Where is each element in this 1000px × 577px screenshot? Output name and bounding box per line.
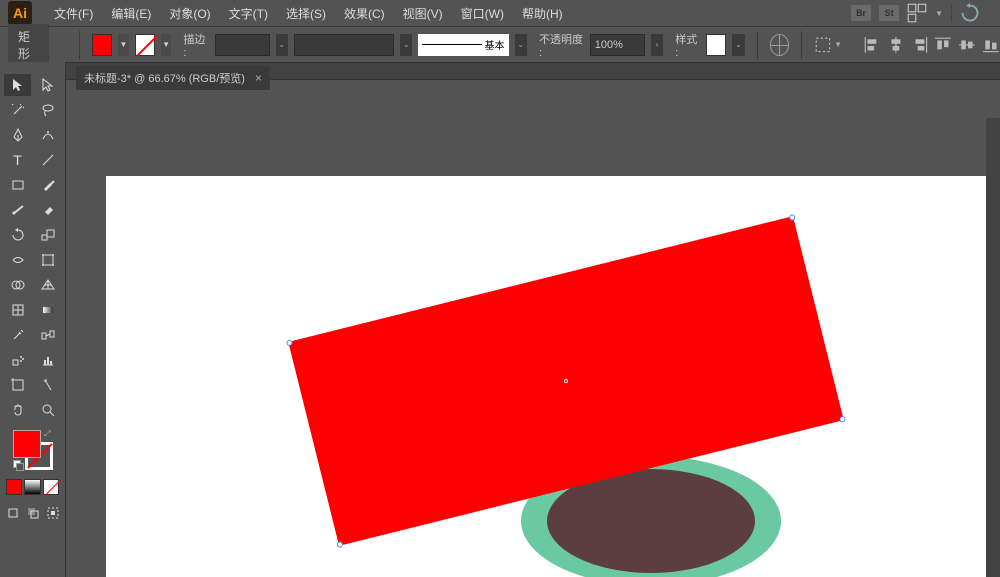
stroke-width-input[interactable]: [215, 34, 270, 56]
bridge-badge[interactable]: Br: [851, 5, 871, 21]
gradient-mode-btn[interactable]: [24, 479, 40, 495]
lasso-tool[interactable]: [34, 99, 61, 121]
stroke-color-swatch[interactable]: [135, 34, 155, 56]
draw-mode-normal[interactable]: [4, 502, 22, 524]
stroke-dropdown[interactable]: ▼: [161, 34, 172, 56]
swap-fill-stroke-icon[interactable]: ⤢: [44, 429, 50, 439]
align-bottom-icon[interactable]: [982, 35, 1000, 55]
rectangle-tool[interactable]: [4, 174, 31, 196]
color-mode-btn[interactable]: [6, 479, 22, 495]
width-tool[interactable]: [4, 249, 31, 271]
separator: [801, 31, 802, 59]
separator: [951, 4, 952, 22]
align-top-icon[interactable]: [934, 35, 952, 55]
brush-tool[interactable]: [34, 174, 61, 196]
artboard-tool[interactable]: [4, 374, 31, 396]
menu-view[interactable]: 视图(V): [395, 1, 451, 26]
stroke-dash-dropdown[interactable]: ⌄: [400, 34, 412, 56]
blend-tool[interactable]: [34, 324, 61, 346]
selection-handle-bl[interactable]: [336, 541, 343, 548]
free-transform-tool[interactable]: [34, 249, 61, 271]
zoom-tool[interactable]: [34, 399, 61, 421]
selection-center[interactable]: [564, 379, 569, 384]
shape-type-label: 矩形: [8, 24, 49, 66]
none-mode-btn[interactable]: [43, 479, 59, 495]
curvature-tool[interactable]: [34, 124, 61, 146]
stock-badge[interactable]: St: [879, 5, 899, 21]
align-hcenter-icon[interactable]: [887, 35, 905, 55]
menu-bar: Ai 文件(F) 编辑(E) 对象(O) 文字(T) 选择(S) 效果(C) 视…: [0, 0, 1000, 26]
recolor-icon[interactable]: [770, 34, 790, 56]
fill-color-swatch[interactable]: [92, 34, 112, 56]
align-left-icon[interactable]: [863, 35, 881, 55]
document-tabs: 未标题-3* @ 66.67% (RGB/预览) ×: [76, 66, 270, 90]
draw-mode-inside[interactable]: [45, 502, 61, 524]
menu-text[interactable]: 文字(T): [221, 1, 276, 26]
align-right-icon[interactable]: [911, 35, 929, 55]
align-vcenter-icon[interactable]: [958, 35, 976, 55]
rotate-tool[interactable]: [4, 224, 31, 246]
opacity-label: 不透明度 :: [539, 31, 584, 59]
fill-color-sq[interactable]: [13, 430, 41, 458]
shape-builder-tool[interactable]: [4, 274, 31, 296]
selection-tool[interactable]: [4, 74, 31, 96]
menu-select[interactable]: 选择(S): [278, 1, 334, 26]
tool-panel: T: [0, 62, 66, 577]
direct-select-tool[interactable]: [34, 74, 61, 96]
hand-tool[interactable]: [4, 399, 31, 421]
separator: [79, 31, 80, 59]
style-dropdown[interactable]: ⌄: [732, 34, 744, 56]
type-tool[interactable]: T: [4, 149, 31, 171]
draw-mode-behind[interactable]: [25, 502, 43, 524]
opacity-input[interactable]: [590, 34, 645, 56]
separator: [757, 31, 758, 59]
app-logo: Ai: [8, 1, 32, 25]
menu-effect[interactable]: 效果(C): [336, 1, 393, 26]
eraser-tool[interactable]: [34, 199, 61, 221]
menu-window[interactable]: 窗口(W): [453, 1, 512, 26]
selection-handle-br[interactable]: [839, 416, 846, 423]
magic-wand-tool[interactable]: [4, 99, 31, 121]
shaper-tool[interactable]: [4, 199, 31, 221]
sync-icon[interactable]: [960, 3, 980, 23]
opacity-dropdown[interactable]: ›: [651, 34, 663, 56]
scale-tool[interactable]: [34, 224, 61, 246]
slice-tool[interactable]: [34, 374, 61, 396]
default-fill-stroke-icon[interactable]: [13, 460, 23, 470]
stroke-dash-input[interactable]: [294, 34, 394, 56]
perspective-tool[interactable]: [34, 274, 61, 296]
pen-tool[interactable]: [4, 124, 31, 146]
graphic-style-swatch[interactable]: [706, 34, 726, 56]
canvas-area: [66, 90, 1000, 577]
style-label: 样式 :: [675, 31, 700, 59]
fill-stroke-control[interactable]: ⤢: [13, 430, 53, 470]
graph-tool[interactable]: [34, 349, 61, 371]
align-to-icon[interactable]: [814, 35, 832, 55]
close-tab-icon[interactable]: ×: [255, 71, 262, 85]
vertical-scrollbar[interactable]: [986, 118, 1000, 577]
fill-dropdown[interactable]: ▼: [118, 34, 129, 56]
menu-edit[interactable]: 编辑(E): [103, 1, 159, 26]
menu-file[interactable]: 文件(F): [46, 1, 101, 26]
selection-handle-tl[interactable]: [286, 339, 293, 346]
document-tab-label: 未标题-3* @ 66.67% (RGB/预览): [84, 70, 245, 86]
mesh-tool[interactable]: [4, 299, 31, 321]
menu-help[interactable]: 帮助(H): [514, 1, 571, 26]
symbol-spray-tool[interactable]: [4, 349, 31, 371]
selection-handle-tr[interactable]: [789, 214, 796, 221]
arrange-docs-icon[interactable]: [907, 3, 927, 23]
document-tab[interactable]: 未标题-3* @ 66.67% (RGB/预览) ×: [76, 66, 270, 90]
eyedropper-tool[interactable]: [4, 324, 31, 346]
menu-object[interactable]: 对象(O): [161, 1, 218, 26]
line-tool[interactable]: [34, 149, 61, 171]
stroke-width-dropdown[interactable]: ⌄: [276, 34, 288, 56]
gradient-tool[interactable]: [34, 299, 61, 321]
artboard[interactable]: [106, 176, 1000, 577]
stroke-width-label: 描边 :: [183, 31, 208, 59]
brush-preset[interactable]: 基本: [418, 34, 508, 56]
brush-preset-dropdown[interactable]: ⌄: [515, 34, 527, 56]
options-bar: 矩形 ▼ ▼ 描边 : ⌄ ⌄ 基本 ⌄ 不透明度 : › 样式 : ⌄ ▼: [0, 26, 1000, 62]
